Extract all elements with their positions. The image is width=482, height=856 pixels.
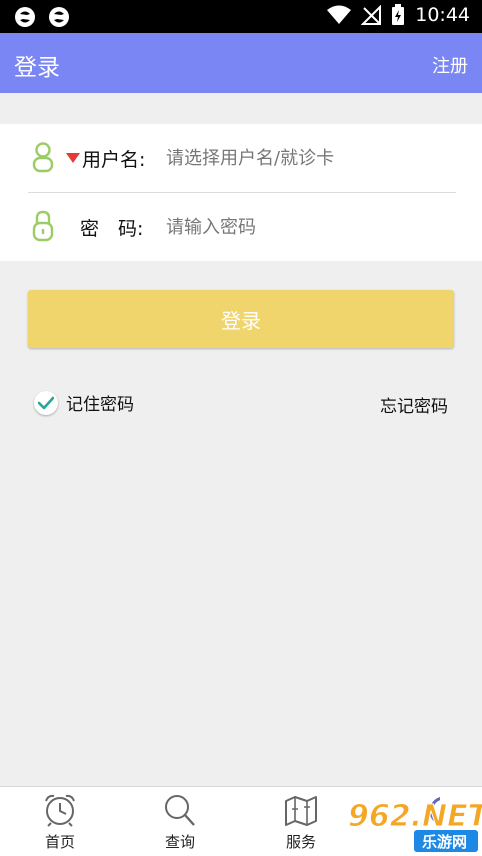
username-label: 用户名:: [82, 149, 146, 171]
page-title: 登录: [14, 55, 60, 81]
register-button[interactable]: 注册: [432, 52, 468, 78]
remember-password-label: 记住密码: [66, 395, 134, 415]
user-icon: [32, 142, 54, 173]
battery-charging-icon: [392, 4, 405, 25]
sync-notification-icon: [15, 7, 35, 27]
nav-query[interactable]: 查询: [140, 793, 220, 852]
lock-icon: [32, 210, 54, 242]
username-input[interactable]: [166, 142, 456, 174]
forgot-password-link[interactable]: 忘记密码: [380, 392, 448, 417]
status-bar: 10:44: [0, 0, 482, 33]
clock: 10:44: [415, 4, 470, 26]
check-icon: [38, 396, 54, 409]
dropdown-arrow-icon[interactable]: [66, 153, 80, 163]
nav-query-label: 查询: [164, 833, 195, 851]
watermark-brand: 962.NET: [348, 799, 482, 834]
signal-off-icon: [361, 5, 382, 25]
remember-password-toggle[interactable]: 记住密码: [34, 390, 134, 415]
site-watermark-logo: 962.NET 乐游网: [348, 799, 482, 852]
username-row: 用户名:: [0, 124, 482, 192]
nav-home[interactable]: 首页: [20, 793, 100, 852]
watermark-sub: 乐游网: [422, 833, 467, 851]
map-icon: [285, 796, 317, 826]
login-form: 用户名: 密 码:: [0, 124, 482, 261]
password-input[interactable]: [166, 211, 456, 243]
app-bar: 登录 注册: [0, 33, 482, 93]
nav-service-label: 服务: [285, 833, 316, 851]
password-label: 密 码:: [80, 218, 144, 240]
nav-service[interactable]: 服务: [261, 793, 341, 852]
wifi-icon: [327, 5, 352, 24]
nav-home-label: 首页: [44, 833, 75, 851]
alarm-clock-icon: [45, 794, 75, 827]
checkbox[interactable]: [34, 390, 58, 415]
login-button[interactable]: 登录: [28, 290, 454, 348]
sync-notification-icon: [49, 7, 69, 27]
search-icon: [165, 795, 195, 826]
password-row: 密 码:: [0, 193, 482, 261]
